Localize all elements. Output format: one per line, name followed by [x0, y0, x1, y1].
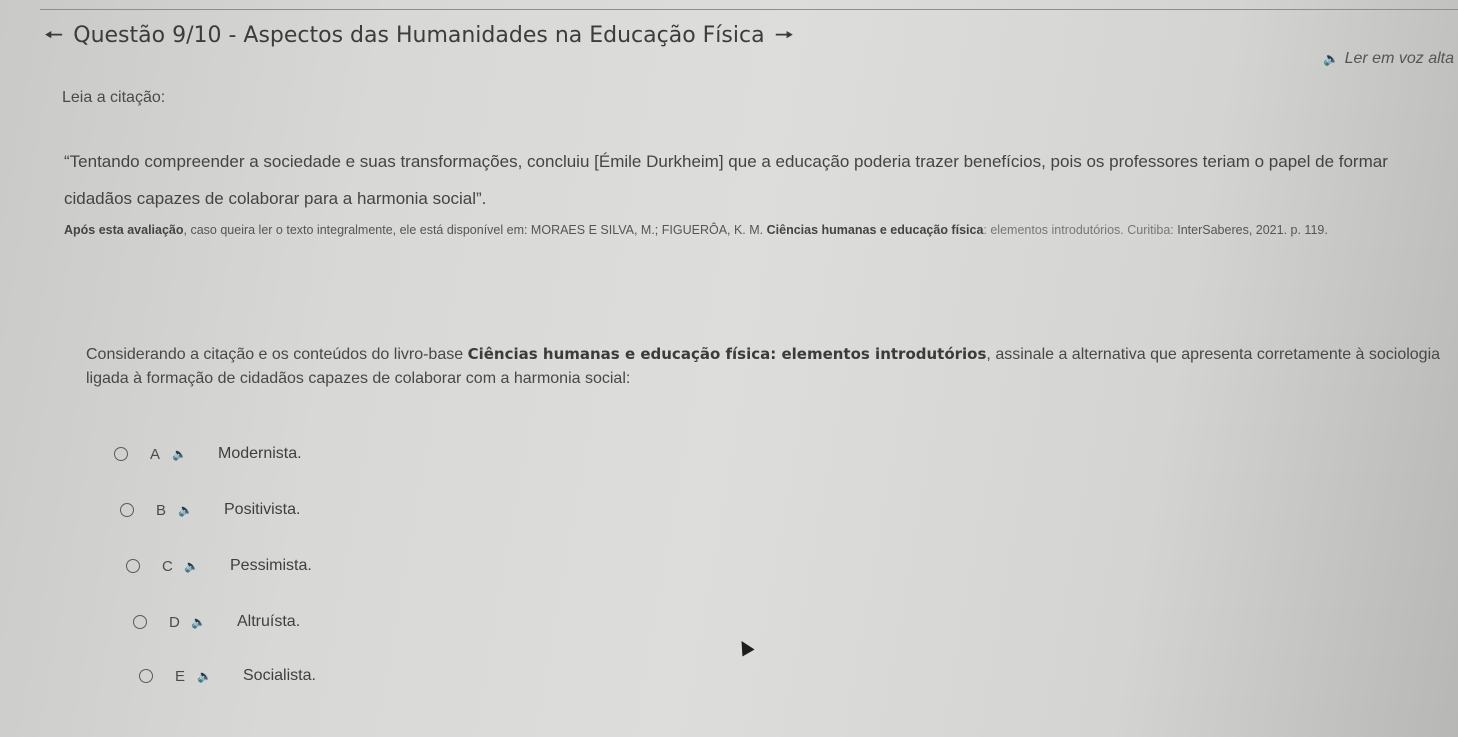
reference-text: Após esta avaliação, caso queira ler o t… — [64, 213, 1454, 247]
option-a[interactable]: A 🔈 Modernista. — [114, 442, 302, 466]
question-text: Considerando a citação e os conteúdos do… — [86, 342, 1456, 391]
reference-lead: Após esta avaliação — [64, 223, 184, 237]
reference-middle: , caso queira ler o texto integralmente,… — [183, 223, 767, 237]
radio-button[interactable] — [139, 669, 153, 683]
option-letter: E — [175, 667, 186, 685]
page-title: Questão 9/10 - Aspectos das Humanidades … — [73, 22, 765, 48]
option-letter: C — [162, 557, 173, 575]
option-text: Altruísta. — [237, 613, 301, 630]
reference-book-title: Ciências humanas e educação física — [766, 223, 984, 237]
option-text: Socialista. — [243, 667, 316, 684]
instruction-text: Leia a citação: — [62, 89, 166, 106]
option-d[interactable]: D 🔈 Altruísta. — [133, 610, 300, 634]
speaker-icon[interactable]: 🔈 — [197, 669, 243, 683]
option-c[interactable]: C 🔈 Pessimista. — [126, 554, 312, 578]
radio-button[interactable] — [114, 447, 128, 461]
option-letter: A — [150, 445, 161, 463]
option-letter: B — [156, 501, 167, 519]
option-e[interactable]: E 🔈 Socialista. — [139, 664, 316, 688]
question-header: 🠔 Questão 9/10 - Aspectos das Humanidade… — [44, 18, 794, 52]
speaker-icon[interactable]: 🔈 — [184, 559, 230, 573]
speaker-icon: 🔈 — [1323, 51, 1340, 66]
read-aloud-label: Ler em voz alta — [1344, 50, 1454, 67]
radio-button[interactable] — [133, 615, 147, 629]
mouse-pointer-icon — [735, 637, 755, 657]
quote-text: “Tentando compreender a sociedade e suas… — [64, 152, 1388, 208]
speaker-icon[interactable]: 🔈 — [178, 503, 224, 517]
top-divider — [40, 9, 1458, 10]
read-aloud-button[interactable]: 🔈 Ler em voz alta — [1323, 50, 1454, 68]
arrow-left-icon[interactable]: 🠔 — [44, 24, 63, 46]
option-text: Pessimista. — [230, 557, 312, 574]
question-book-title: Ciências humanas e educação física: elem… — [467, 345, 987, 363]
speaker-icon[interactable]: 🔈 — [172, 447, 218, 461]
question-before: Considerando a citação e os conteúdos do… — [86, 346, 468, 363]
option-text: Modernista. — [218, 445, 302, 462]
reference-subtitle: : elementos introdutórios. Curitiba: — [983, 223, 1174, 237]
option-b[interactable]: B 🔈 Positivista. — [120, 498, 300, 522]
reference-end: InterSaberes, 2021. p. 119. — [1173, 223, 1328, 237]
option-text: Positivista. — [224, 501, 301, 518]
speaker-icon[interactable]: 🔈 — [191, 615, 237, 629]
arrow-right-icon[interactable]: 🠖 — [775, 24, 794, 46]
radio-button[interactable] — [126, 559, 140, 573]
radio-button[interactable] — [120, 503, 134, 517]
option-letter: D — [169, 613, 180, 631]
